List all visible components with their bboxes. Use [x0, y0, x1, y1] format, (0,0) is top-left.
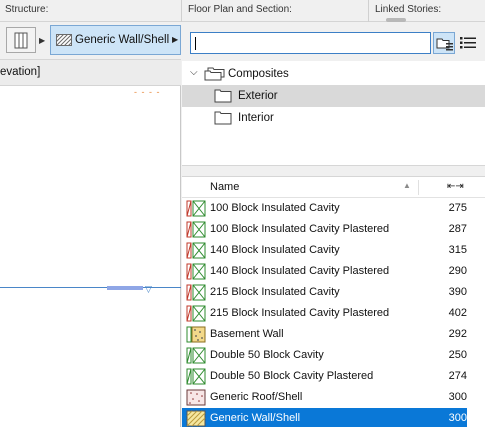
plan-line-marker[interactable]: [107, 286, 143, 290]
floorplan-heading: Floor Plan and Section:: [188, 4, 292, 15]
list-view-button[interactable]: [457, 32, 479, 54]
column-divider[interactable]: [418, 180, 419, 195]
composite-swatch-icon: [186, 347, 206, 364]
list-item-thickness: 292: [448, 328, 467, 340]
list-item[interactable]: Generic Roof/Shell 300: [182, 387, 467, 408]
list-item[interactable]: Generic Wall/Shell 300: [182, 408, 467, 427]
list-item-thickness: 287: [448, 223, 467, 235]
composite-picker: ⌵ Composites Exterior Interior Name ▲ ⇤⇥…: [182, 22, 485, 427]
pane-splitter[interactable]: [182, 165, 485, 177]
list-item-thickness: 250: [448, 349, 467, 361]
composite-swatch-icon: [186, 326, 206, 343]
folder-icon: [214, 111, 232, 125]
sort-ascending-icon: ▲: [403, 181, 411, 190]
tree-item-label: Exterior: [238, 90, 278, 102]
composite-hatch-icon: [56, 34, 72, 46]
chevron-right-icon: ▶: [172, 35, 179, 44]
tree-item-label: Composites: [228, 68, 289, 80]
composite-swatch-icon: [186, 368, 206, 385]
list-item-name: 100 Block Insulated Cavity Plastered: [210, 223, 390, 235]
list-item-name: 215 Block Insulated Cavity: [210, 286, 340, 298]
composite-swatch-icon: [186, 410, 206, 427]
composite-name: Generic Wall/Shell: [75, 34, 170, 46]
composite-swatch-icon: [186, 200, 206, 217]
list-item-name: 140 Block Insulated Cavity Plastered: [210, 265, 390, 277]
structure-toolbar: ▶ Generic Wall/Shell ▶: [0, 22, 181, 60]
structure-panel: ▶ Generic Wall/Shell ▶ evation] - - - - …: [0, 22, 181, 427]
list-item[interactable]: Double 50 Block Cavity Plastered 274: [182, 366, 467, 387]
list-item-thickness: 300: [448, 412, 467, 424]
list-item-name: 100 Block Insulated Cavity: [210, 202, 340, 214]
list-item[interactable]: 140 Block Insulated Cavity 315: [182, 240, 467, 261]
list-item-name: Basement Wall: [210, 328, 284, 340]
list-item[interactable]: 140 Block Insulated Cavity Plastered 290: [182, 261, 467, 282]
list-icon: [460, 37, 476, 49]
list-item[interactable]: Basement Wall 292: [182, 324, 467, 345]
folder-tree: ⌵ Composites Exterior Interior: [182, 61, 485, 165]
elevation-bar: evation]: [0, 60, 181, 86]
column-header-name[interactable]: Name: [210, 181, 239, 193]
list-item[interactable]: Double 50 Block Cavity 250: [182, 345, 467, 366]
basic-wall-icon: [14, 32, 28, 49]
composite-swatch-icon: [186, 284, 206, 301]
triangle-down-icon[interactable]: ▽: [145, 284, 152, 295]
header-divider: [181, 0, 182, 22]
chevron-down-icon[interactable]: ⌵: [190, 67, 198, 78]
header-divider: [368, 0, 369, 22]
thickness-icon[interactable]: ⇤⇥: [447, 181, 464, 192]
folder-icon: [214, 89, 232, 103]
composite-swatch-icon: [186, 263, 206, 280]
list-item-name: Double 50 Block Cavity Plastered: [210, 370, 374, 382]
composite-swatch-icon: [186, 221, 206, 238]
folder-tree-icon: [436, 38, 453, 51]
list-item-name: Generic Wall/Shell: [210, 412, 301, 424]
list-scrollbar[interactable]: [467, 198, 485, 427]
list-item-name: 140 Block Insulated Cavity: [210, 244, 340, 256]
composite-selector-button[interactable]: Generic Wall/Shell ▶: [50, 25, 181, 55]
structure-heading: Structure:: [5, 4, 49, 15]
elevation-label: evation]: [0, 66, 41, 78]
list-item[interactable]: 100 Block Insulated Cavity Plastered 287: [182, 219, 467, 240]
list-item-thickness: 390: [448, 286, 467, 298]
structure-type-button[interactable]: [6, 27, 36, 53]
tree-item-composites[interactable]: ⌵ Composites: [182, 63, 485, 85]
tree-item-interior[interactable]: Interior: [182, 107, 485, 129]
list-item[interactable]: 215 Block Insulated Cavity Plastered 402: [182, 303, 467, 324]
list-item[interactable]: 215 Block Insulated Cavity 390: [182, 282, 467, 303]
list-item-thickness: 290: [448, 265, 467, 277]
list-header: Name ▲ ⇤⇥: [182, 177, 485, 198]
list-item-name: Double 50 Block Cavity: [210, 349, 324, 361]
tree-item-label: Interior: [238, 112, 274, 124]
chevron-right-icon[interactable]: ▶: [39, 36, 45, 45]
folder-view-button[interactable]: [433, 32, 455, 54]
list-item-thickness: 315: [448, 244, 467, 256]
tree-item-exterior[interactable]: Exterior: [182, 85, 485, 107]
list-item-thickness: 274: [448, 370, 467, 382]
list-item-thickness: 402: [448, 307, 467, 319]
plan-reference-line: [0, 287, 181, 288]
panel-header: Structure: Floor Plan and Section: Linke…: [0, 0, 485, 22]
composite-swatch-icon: [186, 242, 206, 259]
folder-stack-icon: [204, 67, 225, 81]
search-input[interactable]: [190, 32, 431, 54]
list-item-name: 215 Block Insulated Cavity Plastered: [210, 307, 390, 319]
text-caret: [195, 37, 196, 50]
list-item-thickness: 300: [448, 391, 467, 403]
search-bar: [182, 22, 485, 61]
composite-swatch-icon: [186, 305, 206, 322]
list-item[interactable]: 100 Block Insulated Cavity 275: [182, 198, 467, 219]
list-item-thickness: 275: [448, 202, 467, 214]
composite-swatch-icon: [186, 389, 206, 406]
list-item-name: Generic Roof/Shell: [210, 391, 303, 403]
dash-marker: - - - -: [134, 87, 161, 97]
composite-list: Name ▲ ⇤⇥ 100 Block Insulated Cavity 275 1…: [182, 177, 485, 427]
